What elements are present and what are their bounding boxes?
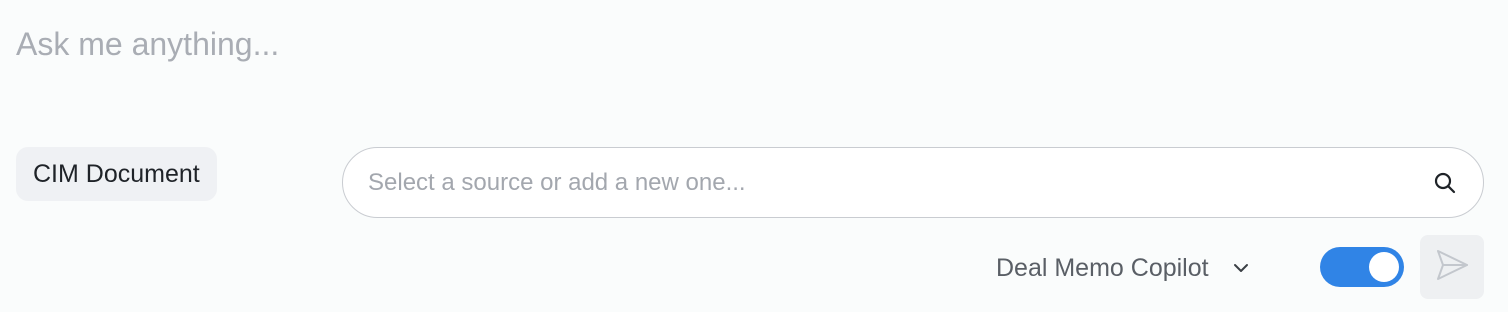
send-button[interactable] — [1420, 235, 1484, 299]
attachment-chip-label: CIM Document — [33, 159, 200, 188]
send-icon — [1432, 245, 1472, 290]
attachment-chip[interactable]: CIM Document — [16, 147, 217, 201]
chat-composer: CIM Document Deal Memo Copilot — [0, 0, 1508, 312]
source-search-field[interactable] — [342, 147, 1484, 218]
prompt-input[interactable] — [16, 26, 1486, 76]
copilot-toggle[interactable] — [1320, 247, 1404, 287]
chevron-down-icon — [1231, 256, 1255, 280]
toggle-knob — [1369, 252, 1399, 282]
model-selector-label: Deal Memo Copilot — [996, 253, 1209, 282]
search-icon[interactable] — [1431, 169, 1459, 197]
model-selector[interactable]: Deal Memo Copilot — [996, 248, 1255, 288]
source-search-input[interactable] — [368, 168, 1431, 197]
